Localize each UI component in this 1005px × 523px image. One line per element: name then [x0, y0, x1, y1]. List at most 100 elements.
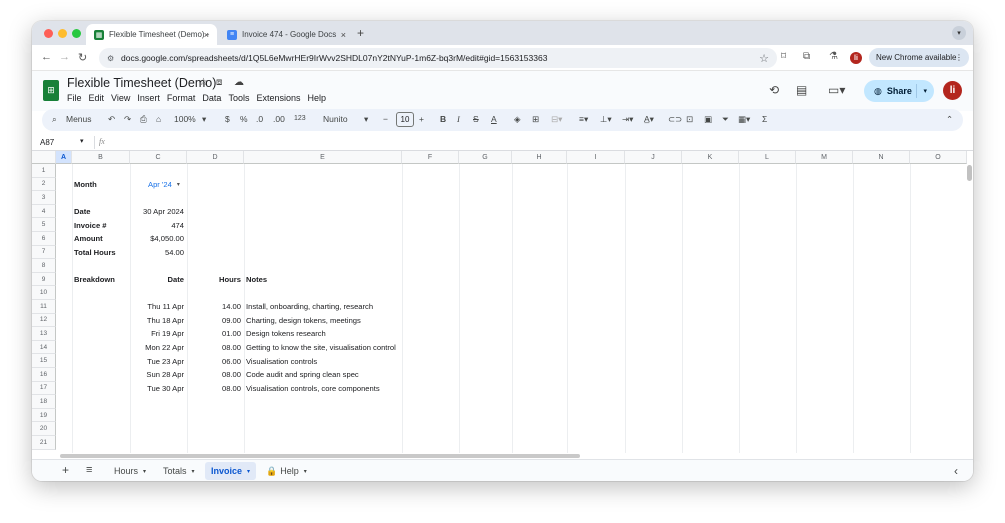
extensions-puzzle-icon[interactable]: ⧉: [803, 51, 810, 62]
browser-tab-timesheet[interactable]: ▦ Flexible Timesheet (Demo) - ×: [86, 24, 217, 45]
url-bar[interactable]: ⚙ docs.google.com/spreadsheets/d/1Q5L6eM…: [99, 48, 777, 68]
number-format-button[interactable]: 123: [294, 115, 306, 122]
currency-format-button[interactable]: $: [225, 114, 230, 124]
sheet-tab-hours[interactable]: Hours ▾: [108, 462, 152, 480]
row-header[interactable]: 7: [32, 245, 56, 260]
row-header[interactable]: 11: [32, 300, 56, 314]
profile-avatar[interactable]: li: [850, 52, 862, 64]
more-menu-icon[interactable]: ⋮: [955, 53, 963, 62]
column-header[interactable]: N: [853, 151, 910, 164]
filter-views-icon[interactable]: ▦▾: [738, 114, 750, 125]
borders-icon[interactable]: ⊞: [532, 114, 539, 125]
amount-label[interactable]: Amount: [74, 232, 103, 246]
column-header[interactable]: H: [512, 151, 567, 164]
name-box-dropdown-icon[interactable]: ▾: [80, 137, 84, 145]
insert-link-icon[interactable]: ⊂⊃: [668, 114, 682, 125]
tab-search-button[interactable]: ▾: [952, 26, 966, 40]
entry-date[interactable]: Tue 23 Apr: [130, 354, 187, 368]
date-label[interactable]: Date: [74, 205, 90, 219]
sheets-logo-icon[interactable]: ⊞: [43, 80, 59, 101]
minimize-window-button[interactable]: [58, 29, 67, 38]
entry-hours[interactable]: 09.00: [187, 314, 244, 328]
entry-hours[interactable]: 08.00: [187, 368, 244, 382]
close-window-button[interactable]: [44, 29, 53, 38]
filter-icon[interactable]: ⏷: [722, 114, 729, 125]
labs-flask-icon[interactable]: ⚗: [829, 51, 838, 62]
column-header[interactable]: D: [187, 151, 244, 164]
dropdown-chevron-icon[interactable]: ▾: [177, 181, 180, 188]
row-header[interactable]: 14: [32, 340, 56, 355]
entry-notes[interactable]: Design tokens research: [246, 327, 326, 341]
vertical-align-icon[interactable]: ⊥▾: [600, 114, 612, 125]
row-header[interactable]: 12: [32, 313, 56, 328]
menu-extensions[interactable]: Extensions: [256, 93, 300, 103]
add-sheet-button[interactable]: +: [56, 461, 75, 479]
notes-column-header[interactable]: Notes: [246, 273, 267, 287]
column-header[interactable]: B: [72, 151, 130, 164]
invoice-value[interactable]: 474: [130, 218, 187, 232]
zoom-dropdown-icon[interactable]: ▾: [202, 114, 206, 125]
entry-date[interactable]: Fri 19 Apr: [130, 327, 187, 341]
date-value[interactable]: 30 Apr 2024: [130, 205, 187, 219]
horizontal-scrollbar[interactable]: [60, 454, 580, 458]
row-header[interactable]: 19: [32, 408, 56, 423]
font-size-input[interactable]: 10: [396, 112, 414, 127]
browser-tab-invoice-doc[interactable]: ≡ Invoice 474 - Google Docs ×: [219, 24, 354, 45]
horizontal-align-icon[interactable]: ≡▾: [579, 114, 588, 125]
entry-notes[interactable]: Install, onboarding, charting, research: [246, 300, 373, 314]
entry-hours[interactable]: 01.00: [187, 327, 244, 341]
row-header[interactable]: 8: [32, 259, 56, 273]
entry-notes[interactable]: Visualisation controls, core components: [246, 382, 380, 396]
print-icon[interactable]: ⎙: [140, 114, 147, 125]
site-settings-icon[interactable]: ⚙: [107, 54, 114, 63]
italic-button[interactable]: I: [457, 114, 460, 124]
row-header[interactable]: 1: [32, 164, 56, 178]
text-color-button[interactable]: A: [491, 114, 497, 124]
entry-date[interactable]: Thu 18 Apr: [130, 314, 187, 328]
total-hours-value[interactable]: 54.00: [130, 246, 187, 260]
row-header[interactable]: 6: [32, 232, 56, 246]
menu-help[interactable]: Help: [307, 93, 326, 103]
redo-icon[interactable]: ↷: [124, 114, 131, 125]
insert-comment-icon[interactable]: ⊡: [686, 114, 693, 125]
menu-tools[interactable]: Tools: [228, 93, 249, 103]
column-header[interactable]: F: [402, 151, 459, 164]
amount-value[interactable]: $4,050.00: [130, 232, 187, 246]
reload-icon[interactable]: ↻: [78, 51, 87, 64]
chevron-down-icon[interactable]: ▾: [143, 468, 146, 475]
column-header[interactable]: O: [910, 151, 967, 164]
entry-date[interactable]: Sun 28 Apr: [130, 368, 187, 382]
column-header[interactable]: J: [625, 151, 682, 164]
column-header[interactable]: E: [244, 151, 402, 164]
date-column-header[interactable]: Date: [130, 273, 187, 287]
menu-file[interactable]: File: [67, 93, 82, 103]
font-select[interactable]: Nunito: [323, 114, 348, 124]
row-header[interactable]: 13: [32, 327, 56, 341]
column-header[interactable]: M: [796, 151, 853, 164]
row-header[interactable]: 3: [32, 191, 56, 205]
insert-chart-icon[interactable]: ▣: [704, 114, 712, 125]
sheet-tab-totals[interactable]: Totals ▾: [157, 462, 201, 480]
chevron-down-icon[interactable]: ▾: [304, 468, 307, 475]
fill-color-icon[interactable]: ◈: [514, 114, 521, 125]
menu-data[interactable]: Data: [202, 93, 221, 103]
document-title[interactable]: Flexible Timesheet (Demo): [67, 76, 216, 90]
entry-hours[interactable]: 08.00: [187, 382, 244, 396]
total-hours-label[interactable]: Total Hours: [74, 246, 116, 260]
entry-date[interactable]: Mon 22 Apr: [130, 341, 187, 355]
collapse-sheets-button[interactable]: ‹: [948, 462, 964, 480]
font-dropdown-icon[interactable]: ▾: [364, 114, 368, 125]
column-header[interactable]: G: [459, 151, 512, 164]
text-rotation-icon[interactable]: A̲▾: [644, 114, 654, 125]
entry-hours[interactable]: 06.00: [187, 354, 244, 368]
entry-hours[interactable]: 08.00: [187, 341, 244, 355]
forward-arrow-icon[interactable]: →: [59, 51, 70, 63]
entry-notes[interactable]: Visualisation controls: [246, 354, 317, 368]
entry-hours[interactable]: 14.00: [187, 300, 244, 314]
entry-notes[interactable]: Code audit and spring clean spec: [246, 368, 359, 382]
column-header[interactable]: I: [567, 151, 625, 164]
column-header[interactable]: A: [56, 151, 72, 164]
spreadsheet-grid[interactable]: A B C D E F G H I J K L M N O 1 2 3 4 5: [32, 151, 967, 453]
text-wrapping-icon[interactable]: ⇥▾: [622, 114, 633, 125]
chevron-down-icon[interactable]: ▾: [247, 468, 250, 475]
